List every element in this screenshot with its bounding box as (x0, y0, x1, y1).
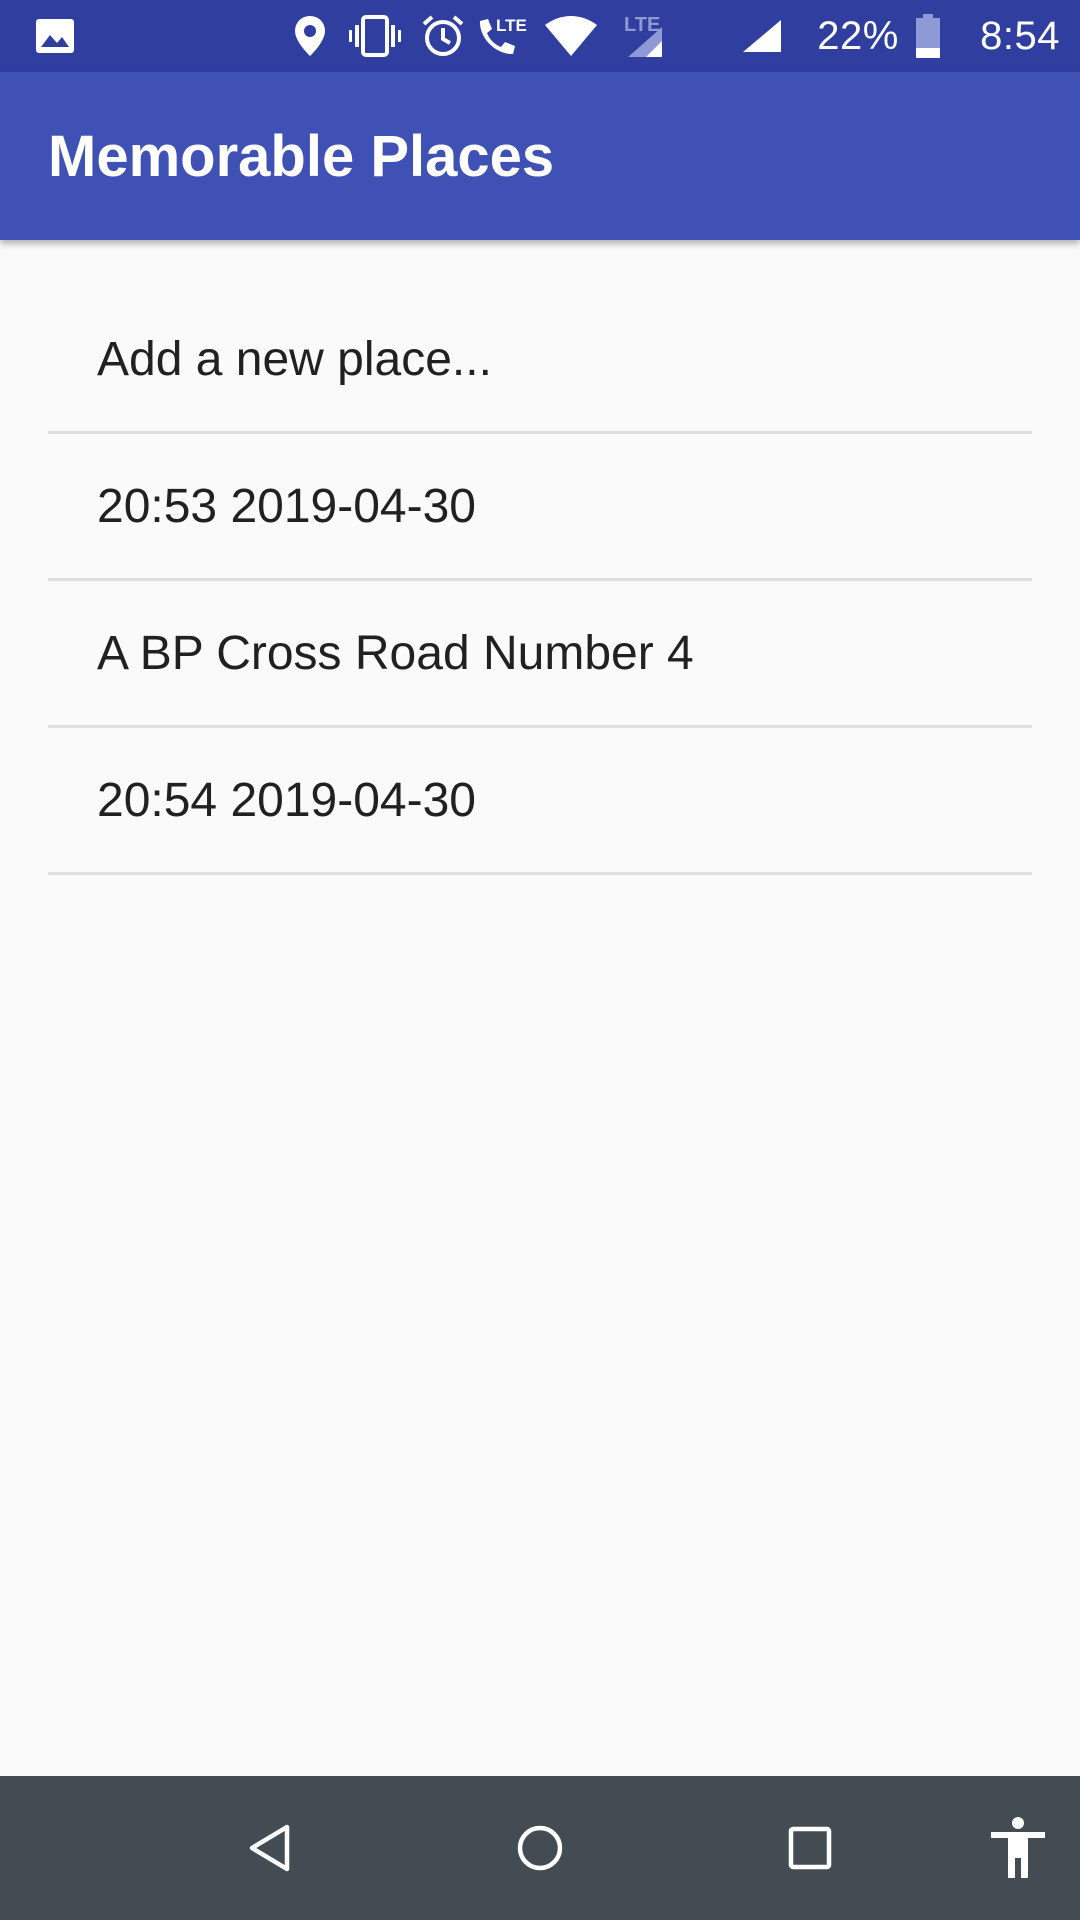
accessibility-button[interactable] (958, 1776, 1078, 1920)
screen: LTE LTE 22% 8:54 Memorable Places Add a … (0, 0, 1080, 1920)
location-icon (288, 0, 332, 72)
app-bar: Memorable Places (0, 72, 1080, 240)
svg-text:LTE: LTE (496, 16, 527, 35)
add-place-item[interactable]: Add a new place... (48, 287, 1032, 434)
list-item-label: A BP Cross Road Number 4 (97, 626, 694, 680)
list-item-label: Add a new place... (97, 332, 492, 386)
home-icon (517, 1825, 563, 1871)
places-list: Add a new place... 20:53 2019-04-30 A BP… (48, 287, 1032, 875)
navigation-bar (0, 1776, 1080, 1920)
list-item-label: 20:53 2019-04-30 (97, 479, 476, 533)
gallery-icon (30, 0, 80, 72)
back-button[interactable] (210, 1776, 330, 1920)
signal-icon (738, 0, 786, 72)
svg-text:LTE: LTE (624, 14, 660, 36)
vibrate-icon (346, 0, 404, 72)
list-item[interactable]: 20:54 2019-04-30 (48, 728, 1032, 875)
list-item-label: 20:54 2019-04-30 (97, 773, 476, 827)
volte-call-icon: LTE (474, 0, 536, 72)
status-bar: LTE LTE 22% 8:54 (0, 0, 1080, 72)
list-item[interactable]: A BP Cross Road Number 4 (48, 581, 1032, 728)
wifi-icon (542, 0, 600, 72)
battery-icon (910, 0, 946, 72)
signal-lte-icon: LTE (618, 0, 678, 72)
recents-icon (788, 1826, 832, 1870)
recents-button[interactable] (750, 1776, 870, 1920)
battery-percent: 22% (817, 13, 899, 58)
accessibility-icon (991, 1817, 1045, 1878)
clock: 8:54 (980, 13, 1060, 58)
page-title: Memorable Places (48, 123, 555, 189)
list-item[interactable]: 20:53 2019-04-30 (48, 434, 1032, 581)
home-button[interactable] (480, 1776, 600, 1920)
back-icon (249, 1824, 290, 1872)
alarm-icon (418, 0, 468, 72)
